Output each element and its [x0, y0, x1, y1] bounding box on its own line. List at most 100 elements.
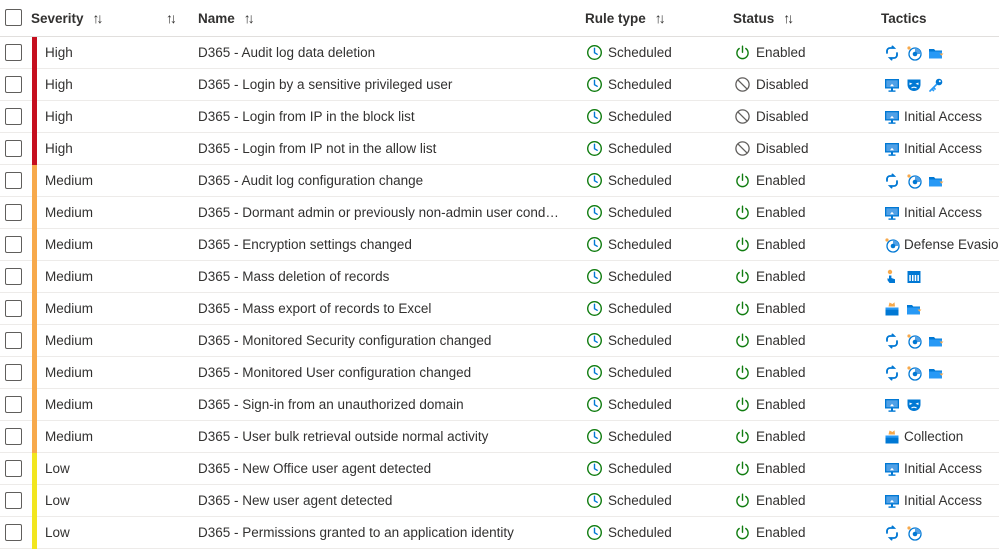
sort-icon[interactable]: ↑↓: [244, 10, 255, 26]
power-icon: [734, 44, 751, 61]
power-icon: [734, 428, 751, 445]
tactics-cell: [884, 165, 950, 196]
rule-type-label: Scheduled: [608, 397, 672, 412]
rule-name-cell[interactable]: D365 - Audit log data deletion: [198, 37, 566, 68]
column-header-tactics[interactable]: Tactics: [881, 0, 927, 36]
rule-type-label: Scheduled: [608, 45, 672, 60]
column-header-unnamed-sort[interactable]: ↑↓: [156, 0, 177, 36]
status-label: Enabled: [756, 365, 806, 380]
monitor-icon: [884, 77, 900, 93]
mask-icon: [906, 77, 922, 93]
row-checkbox[interactable]: [5, 140, 22, 157]
row-checkbox[interactable]: [5, 460, 22, 477]
rule-type-label: Scheduled: [608, 237, 672, 252]
status-label: Enabled: [756, 429, 806, 444]
tactics-cell: [884, 517, 928, 548]
severity-color-bar: [32, 229, 37, 261]
exfil-icon: [884, 173, 900, 189]
column-header-severity[interactable]: Severity ↑↓: [31, 0, 104, 36]
row-checkbox[interactable]: [5, 172, 22, 189]
rule-name-cell[interactable]: D365 - Login by a sensitive privileged u…: [198, 69, 566, 100]
rule-name-cell[interactable]: D365 - Login from IP not in the allow li…: [198, 133, 566, 164]
severity-cell: High: [45, 77, 73, 92]
rule-name-text: D365 - Monitored Security configuration …: [198, 333, 492, 348]
table-row[interactable]: High D365 - Login by a sensitive privileg…: [0, 69, 999, 101]
row-checkbox[interactable]: [5, 44, 22, 61]
rule-name-cell[interactable]: D365 - Audit log configuration change: [198, 165, 566, 196]
status-label: Enabled: [756, 333, 806, 348]
sort-icon[interactable]: ↑↓: [93, 10, 104, 26]
sort-icon[interactable]: ↑↓: [166, 10, 177, 26]
row-checkbox[interactable]: [5, 364, 22, 381]
row-checkbox[interactable]: [5, 396, 22, 413]
table-row[interactable]: High D365 - Login from IP not in the allo…: [0, 133, 999, 165]
rule-name-cell[interactable]: D365 - Monitored Security configuration …: [198, 325, 566, 356]
row-checkbox[interactable]: [5, 76, 22, 93]
severity-cell: High: [45, 45, 73, 60]
table-row[interactable]: Medium D365 - Dormant admin or previously…: [0, 197, 999, 229]
table-row[interactable]: Medium D365 - Monitored Security configur…: [0, 325, 999, 357]
folder-icon: [906, 301, 922, 317]
severity-color-bar: [32, 293, 37, 325]
table-row[interactable]: Low D365 - New user agent detected Schedul…: [0, 485, 999, 517]
rule-name-cell[interactable]: D365 - Mass export of records to Excel: [198, 293, 566, 324]
folder-icon: [928, 45, 944, 61]
row-checkbox[interactable]: [5, 524, 22, 541]
rule-type-cell: Scheduled: [586, 421, 672, 452]
select-all-checkbox[interactable]: [5, 9, 22, 26]
rule-type-label: Scheduled: [608, 269, 672, 284]
row-checkbox[interactable]: [5, 428, 22, 445]
rule-name-cell[interactable]: D365 - New Office user agent detected: [198, 453, 566, 484]
severity-cell: Low: [45, 461, 70, 476]
clock-icon: [586, 172, 603, 189]
rule-name-text: D365 - User bulk retrieval outside norma…: [198, 429, 489, 444]
row-checkbox[interactable]: [5, 236, 22, 253]
row-checkbox[interactable]: [5, 300, 22, 317]
table-row[interactable]: High D365 - Audit log data deletion Schedu…: [0, 37, 999, 69]
rule-name-cell[interactable]: D365 - Permissions granted to an applica…: [198, 517, 566, 548]
tactic-label: Initial Access: [904, 109, 983, 124]
severity-color-bar: [32, 69, 37, 101]
table-row[interactable]: Medium D365 - Encryption settings changed…: [0, 229, 999, 261]
power-icon: [734, 300, 751, 317]
column-header-rule-type[interactable]: Rule type ↑↓: [585, 0, 666, 36]
column-header-severity-label: Severity: [31, 10, 84, 26]
clock-icon: [586, 300, 603, 317]
table-row[interactable]: High D365 - Login from IP in the block li…: [0, 101, 999, 133]
row-checkbox[interactable]: [5, 268, 22, 285]
rule-name-cell[interactable]: D365 - Sign-in from an unauthorized doma…: [198, 389, 566, 420]
exfil-icon: [884, 365, 900, 381]
rule-name-cell[interactable]: D365 - Encryption settings changed: [198, 229, 566, 260]
column-header-status[interactable]: Status ↑↓: [733, 0, 794, 36]
clock-icon: [586, 140, 603, 157]
row-checkbox[interactable]: [5, 492, 22, 509]
column-header-name[interactable]: Name ↑↓: [198, 0, 255, 36]
rule-name-cell[interactable]: D365 - Monitored User configuration chan…: [198, 357, 566, 388]
row-checkbox[interactable]: [5, 332, 22, 349]
severity-cell: Medium: [45, 429, 94, 444]
tactics-cell: Collection: [884, 421, 963, 452]
rule-name-cell[interactable]: D365 - Mass deletion of records: [198, 261, 566, 292]
row-checkbox[interactable]: [5, 108, 22, 125]
severity-color-bar: [32, 325, 37, 357]
sort-icon[interactable]: ↑↓: [783, 10, 794, 26]
table-row[interactable]: Medium D365 - User bulk retrieval outside…: [0, 421, 999, 453]
table-row[interactable]: Low D365 - Permissions granted to an appl…: [0, 517, 999, 549]
table-row[interactable]: Medium D365 - Mass export of records to E…: [0, 293, 999, 325]
table-row[interactable]: Medium D365 - Sign-in from an unauthorize…: [0, 389, 999, 421]
rule-name-cell[interactable]: D365 - User bulk retrieval outside norma…: [198, 421, 566, 452]
table-row[interactable]: Low D365 - New Office user agent detected…: [0, 453, 999, 485]
sort-icon[interactable]: ↑↓: [655, 10, 666, 26]
rule-name-cell[interactable]: D365 - Dormant admin or previously non-a…: [198, 197, 566, 228]
table-row[interactable]: Medium D365 - Monitored User configuratio…: [0, 357, 999, 389]
severity-color-bar: [32, 517, 37, 549]
row-checkbox[interactable]: [5, 204, 22, 221]
table-row[interactable]: Medium D365 - Mass deletion of records Sch…: [0, 261, 999, 293]
rule-type-label: Scheduled: [608, 429, 672, 444]
severity-color-bar: [32, 197, 37, 229]
rule-name-cell[interactable]: D365 - Login from IP in the block list: [198, 101, 566, 132]
table-row[interactable]: Medium D365 - Audit log configuration cha…: [0, 165, 999, 197]
power-icon: [734, 172, 751, 189]
severity-color-bar: [32, 485, 37, 517]
rule-name-cell[interactable]: D365 - New user agent detected: [198, 485, 566, 516]
